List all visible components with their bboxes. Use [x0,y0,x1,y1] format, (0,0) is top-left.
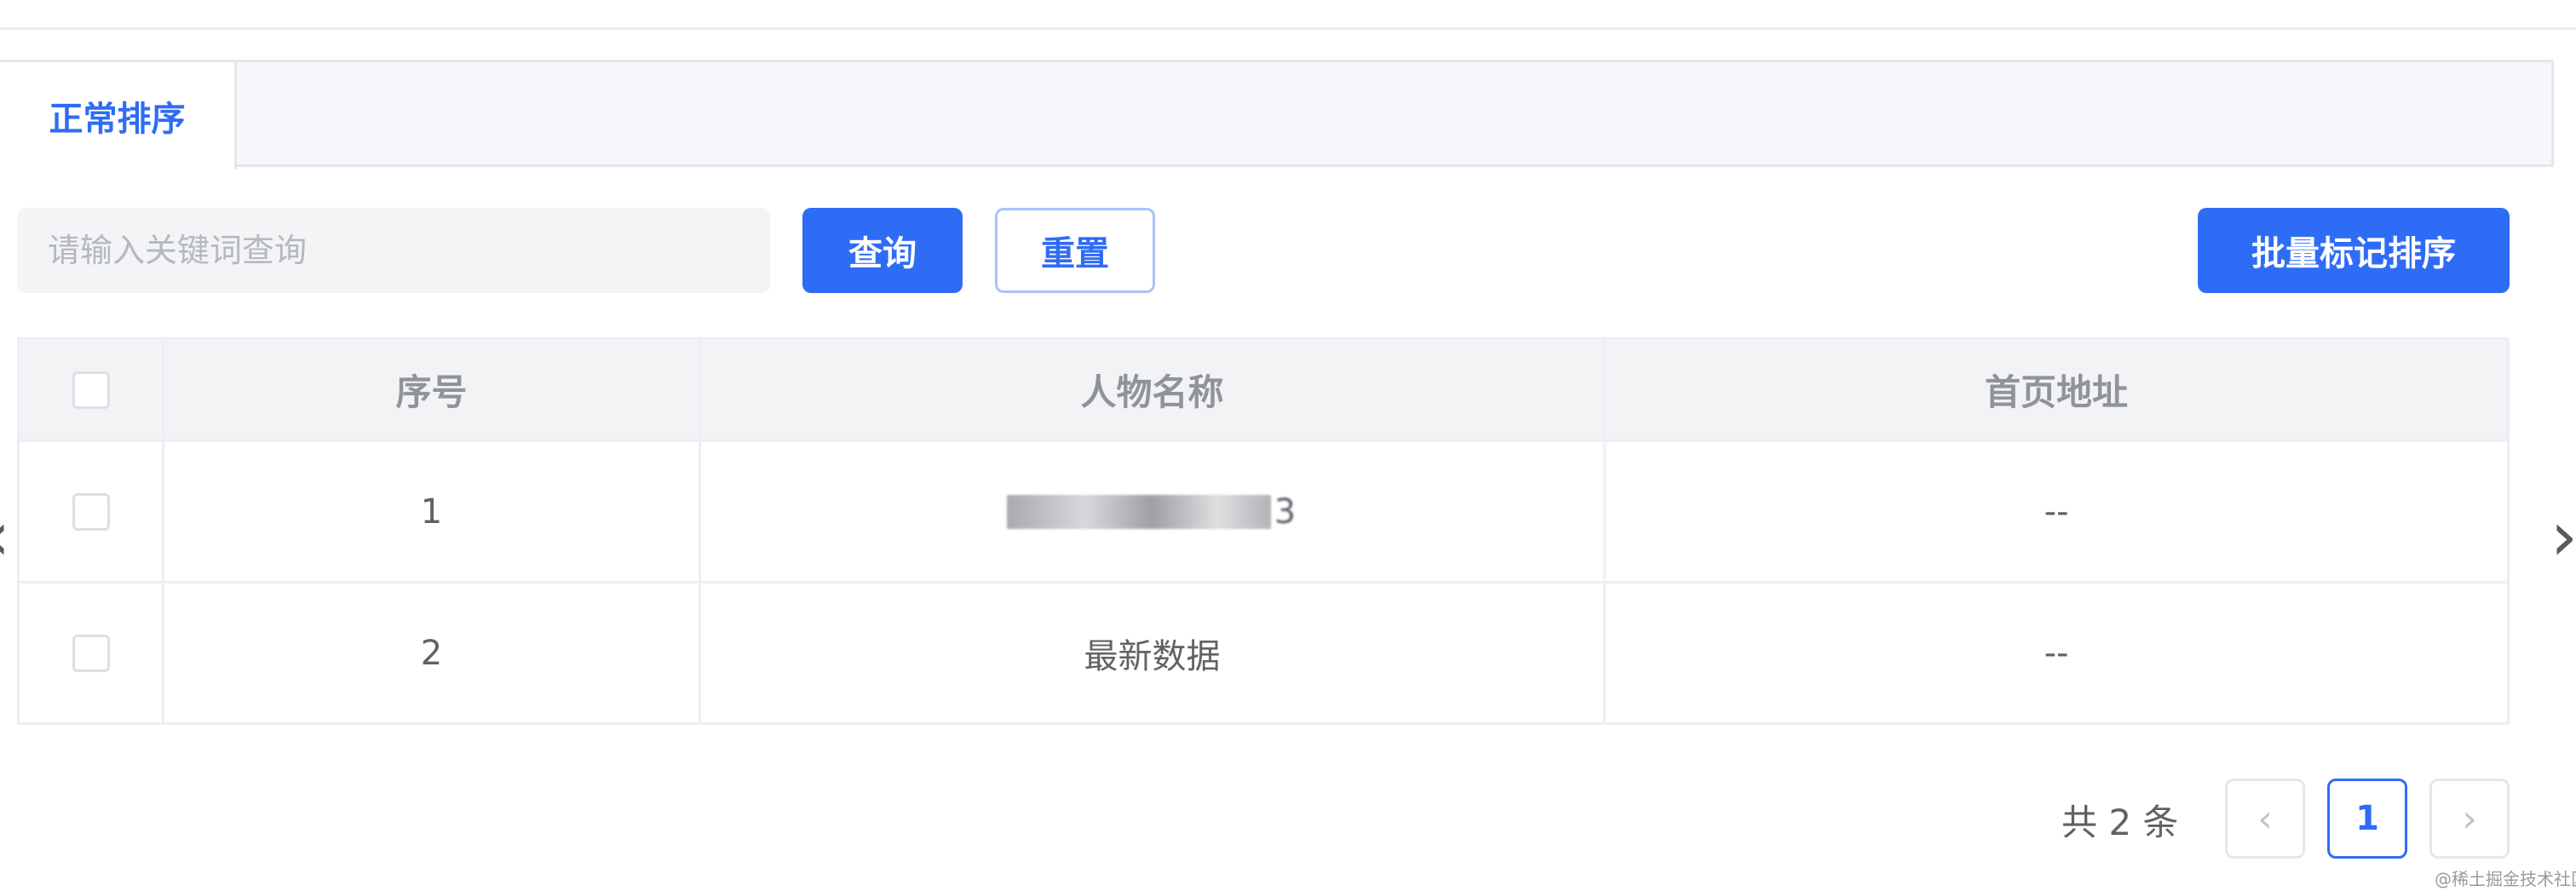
pagination-prev-button[interactable]: ‹ [2225,779,2305,859]
row-checkbox-cell [20,442,164,581]
row-url: -- [2044,633,2069,673]
chevron-right-icon: › [2462,796,2477,841]
pagination-page-1[interactable]: 1 [2327,779,2407,859]
column-header-seq: 序号 [164,340,701,440]
column-header-url: 首页地址 [1984,371,2128,413]
tabs-bar: 正常排序 [0,60,2554,172]
carousel-prev-icon[interactable]: ‹ [0,503,10,571]
query-button[interactable]: 查询 [802,208,963,293]
table-header-row: 序号 人物名称 首页地址 [20,340,2507,442]
row-checkbox[interactable] [72,492,110,531]
column-header-name: 人物名称 [701,340,1606,440]
row-name-obscured: 3 [701,442,1606,581]
reset-button[interactable]: 重置 [995,208,1155,293]
carousel-next-icon[interactable]: › [2550,503,2576,571]
row-name-text: 3 [1274,491,1298,532]
header-checkbox-cell [20,340,164,440]
row-seq: 2 [164,583,701,722]
table-row[interactable]: 2 最新数据 -- [20,583,2507,725]
row-checkbox[interactable] [72,634,110,672]
row-url: -- [2044,491,2069,532]
batch-mark-sort-button[interactable]: 批量标记排序 [2198,208,2510,293]
tab-normal-sort[interactable]: 正常排序 [0,62,237,172]
blur-mask [1006,494,1271,529]
watermark: @稀土掘金技术社区 [2435,869,2576,889]
table-row[interactable]: 1 3 -- [20,442,2507,583]
data-table: 序号 人物名称 首页地址 1 3 -- 2 最新数据 -- [17,337,2510,725]
pagination-next-button[interactable]: › [2429,779,2510,859]
top-divider [0,27,2576,30]
search-input[interactable] [17,208,770,293]
select-all-checkbox[interactable] [72,371,110,409]
row-seq: 1 [164,442,701,581]
pagination-total: 共 2 条 [2061,802,2179,843]
chevron-left-icon: ‹ [2257,796,2273,841]
row-checkbox-cell [20,583,164,722]
row-name: 最新数据 [701,583,1606,722]
